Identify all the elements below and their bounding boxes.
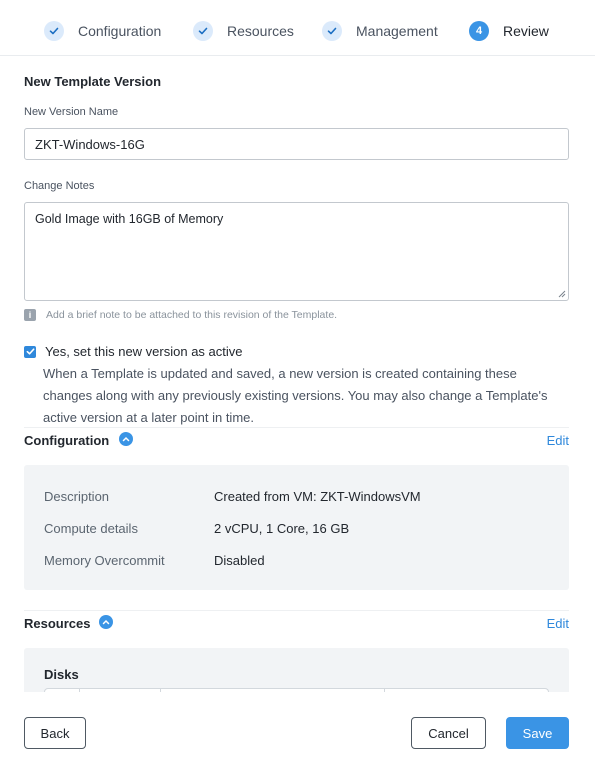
- set-active-description: When a Template is updated and saved, a …: [43, 366, 548, 425]
- configuration-section-header: Configuration Edit: [24, 427, 569, 451]
- resources-panel: Disks: [24, 648, 569, 692]
- set-active-row: Yes, set this new version as active: [24, 344, 243, 359]
- configuration-title: Configuration: [24, 433, 110, 448]
- disks-heading: Disks: [44, 667, 79, 682]
- cancel-button[interactable]: Cancel: [411, 717, 486, 749]
- config-key: Description: [44, 489, 110, 504]
- step-resources[interactable]: Resources: [193, 20, 294, 42]
- step-configuration[interactable]: Configuration: [44, 20, 161, 42]
- step-label: Review: [503, 23, 549, 39]
- resources-title: Resources: [24, 616, 91, 631]
- version-name-value: ZKT-Windows-16G: [35, 137, 145, 152]
- configuration-panel: Description Created from VM: ZKT-Windows…: [24, 465, 569, 590]
- step-number-badge: 4: [469, 21, 489, 41]
- configuration-edit-link[interactable]: Edit: [547, 433, 569, 448]
- footer-bar: Back Cancel Save: [0, 692, 595, 759]
- step-management[interactable]: Management: [322, 20, 438, 42]
- version-name-label: New Version Name: [24, 106, 119, 118]
- step-review[interactable]: 4 Review: [469, 20, 549, 42]
- check-icon: [322, 21, 342, 41]
- change-notes-value: Gold Image with 16GB of Memory: [35, 212, 224, 226]
- change-notes-hint: i Add a brief note to be attached to thi…: [24, 309, 337, 321]
- change-notes-textarea[interactable]: Gold Image with 16GB of Memory: [24, 202, 569, 301]
- resize-grip-icon[interactable]: [558, 290, 566, 298]
- check-icon: [193, 21, 213, 41]
- hint-text: Add a brief note to be attached to this …: [46, 309, 338, 321]
- config-value: Created from VM: ZKT-WindowsVM: [214, 489, 421, 504]
- chevron-up-icon[interactable]: [99, 615, 113, 629]
- step-label: Configuration: [78, 23, 162, 39]
- save-button[interactable]: Save: [506, 717, 569, 749]
- config-value: Disabled: [214, 553, 265, 568]
- check-icon: [44, 21, 64, 41]
- config-value: 2 vCPU, 1 Core, 16 GB: [214, 521, 350, 536]
- checkbox-checked-icon: [26, 348, 34, 355]
- version-name-input[interactable]: ZKT-Windows-16G: [24, 128, 569, 160]
- chevron-up-icon[interactable]: [119, 432, 133, 446]
- back-button[interactable]: Back: [24, 717, 86, 749]
- set-active-checkbox[interactable]: [24, 345, 36, 358]
- set-active-label[interactable]: Yes, set this new version as active: [45, 344, 243, 359]
- info-icon: i: [24, 309, 36, 321]
- resources-section-header: Resources Edit: [24, 610, 569, 634]
- config-key: Memory Overcommit: [44, 553, 165, 568]
- step-label: Management: [356, 23, 438, 39]
- change-notes-label: Change Notes: [24, 180, 95, 192]
- resources-edit-link[interactable]: Edit: [547, 616, 569, 631]
- config-key: Compute details: [44, 521, 138, 536]
- step-label: Resources: [227, 23, 294, 39]
- wizard-stepper: Configuration Resources Management 4 Rev…: [0, 0, 595, 56]
- form-title: New Template Version: [24, 74, 162, 89]
